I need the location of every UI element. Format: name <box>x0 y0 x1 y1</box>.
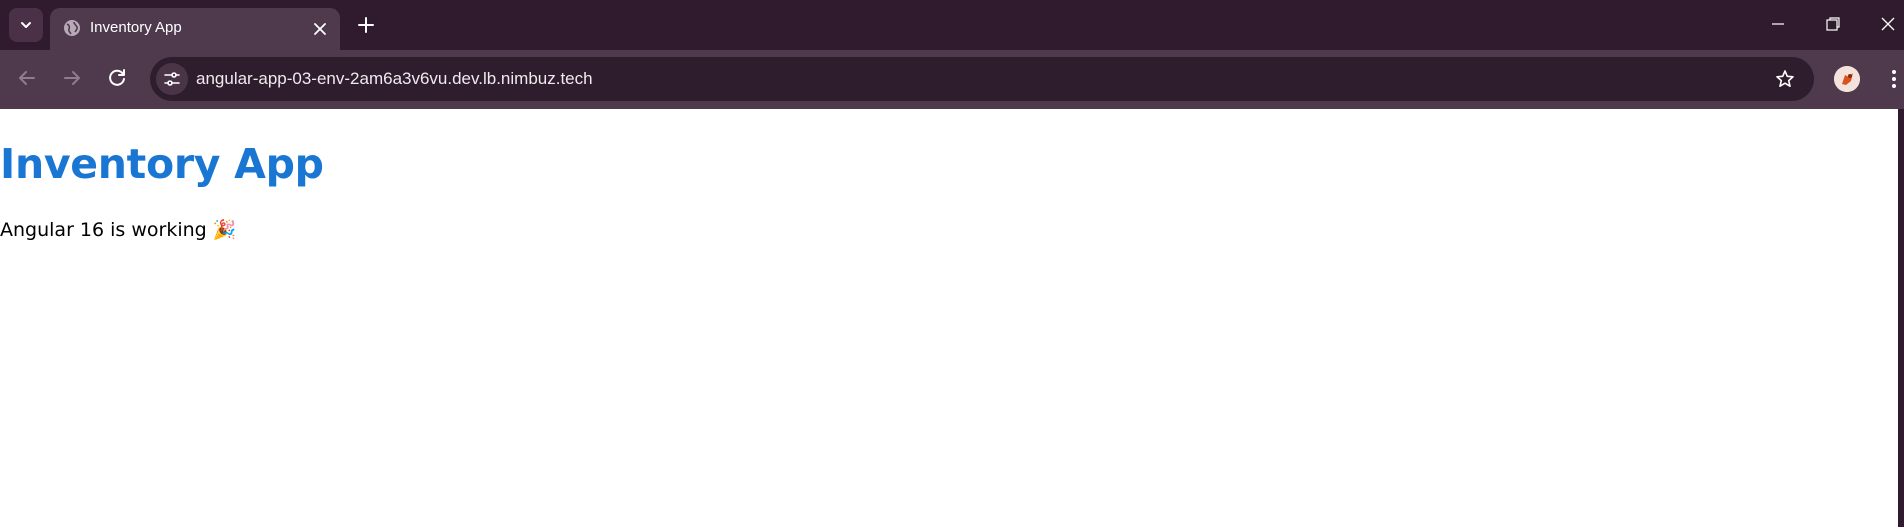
tab-title: Inventory App <box>90 19 182 36</box>
kebab-icon[interactable] <box>1884 67 1904 91</box>
status-text: Angular 16 is working 🎉 <box>0 219 237 241</box>
close-icon[interactable] <box>310 19 330 39</box>
globe-icon <box>64 20 80 36</box>
browser-toolbar: angular-app-03-env-2am6a3v6vu.dev.lb.nim… <box>0 50 1904 109</box>
reload-icon[interactable] <box>104 65 130 91</box>
profile-avatar[interactable] <box>1834 66 1860 92</box>
page-title: Inventory App <box>0 140 324 188</box>
minimize-icon[interactable] <box>1768 14 1788 34</box>
tab-search-button[interactable] <box>9 8 43 42</box>
arrow-left-icon[interactable] <box>14 65 40 91</box>
site-info-button[interactable] <box>156 63 188 95</box>
tab-strip: Inventory App <box>0 0 1904 50</box>
restore-icon[interactable] <box>1823 14 1843 34</box>
tune-icon <box>164 72 180 86</box>
arrow-right-icon[interactable] <box>59 65 85 91</box>
chevron-down-icon <box>21 22 31 28</box>
window-close-icon[interactable] <box>1878 14 1898 34</box>
url-text[interactable]: angular-app-03-env-2am6a3v6vu.dev.lb.nim… <box>196 69 593 89</box>
plus-icon[interactable] <box>355 14 377 36</box>
address-bar[interactable]: angular-app-03-env-2am6a3v6vu.dev.lb.nim… <box>150 57 1814 101</box>
browser-chrome: Inventory App angular-app-03-env-2am6a3v… <box>0 0 1904 109</box>
window-edge <box>1898 109 1904 527</box>
page-content: Inventory App Angular 16 is working 🎉 <box>0 109 1898 527</box>
star-icon[interactable] <box>1774 68 1796 90</box>
tab-inventory-app[interactable]: Inventory App <box>50 8 340 50</box>
avatar-icon <box>1834 66 1860 92</box>
